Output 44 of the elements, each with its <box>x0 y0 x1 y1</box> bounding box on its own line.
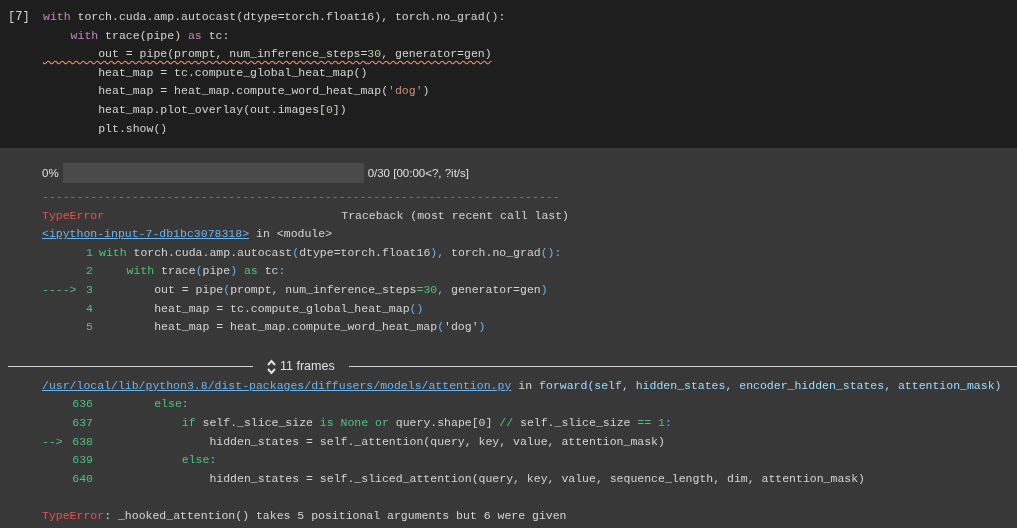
in-text: in <box>518 377 533 394</box>
code-line: with trace(pipe) as tc: <box>69 27 230 44</box>
error-type: TypeError <box>42 207 105 224</box>
in-text: in <box>256 226 270 243</box>
code-line: hidden_states = self._sliced_attention(query, key, value, sequence_length, dim, attention_mask) <box>208 470 866 487</box>
code-line: if self._slice_size is None or query.shape[0] // self._slice_size == 1: <box>180 414 672 431</box>
line-number: 639 <box>72 452 93 469</box>
code-line: heat_map = tc.compute_global_heat_map() <box>153 300 424 317</box>
file-link[interactable]: /usr/local/lib/python3.8/dist-packages/diffusers/models/attention.py <box>42 376 512 396</box>
code-line: else: <box>180 452 217 469</box>
frames-toggle[interactable]: 11 frames <box>253 357 349 377</box>
line-number: 3 <box>86 281 93 298</box>
code-line: heat_map.plot_overlay(out.images[0]) <box>97 101 347 118</box>
line-number: 640 <box>72 470 93 487</box>
code-line: out = pipe(prompt, num_inference_steps=30, generator=gen) <box>153 281 548 298</box>
code-line: hidden_states = self._attention(query, key, value, attention_mask) <box>208 433 665 450</box>
arrow-marker: ----> <box>42 281 77 298</box>
error-message: TypeError: _hooked_attention() takes 5 positional arguments but 6 were given <box>42 507 568 524</box>
separator-line: --------------------------------------------------------------------------- <box>42 189 560 205</box>
code-line: heat_map = tc.compute_global_heat_map() <box>97 64 368 81</box>
code-line: with trace(pipe) as tc: <box>125 263 286 280</box>
traceback-label: Traceback (most recent call last) <box>341 207 569 224</box>
line-number: 1 <box>86 244 93 261</box>
code-line: with torch.cuda.amp.autocast(dtype=torch.float16), torch.no_grad(): <box>43 9 506 25</box>
line-number: 636 <box>72 396 93 413</box>
progress-percent: 0% <box>42 165 59 181</box>
line-number: 638 <box>72 433 93 450</box>
function-signature: <module> <box>276 226 333 243</box>
code-line: heat_map = heat_map.compute_word_heat_map('dog') <box>153 319 486 336</box>
code-line: out = pipe(prompt, num_inference_steps=30, generator=gen) <box>97 46 492 63</box>
line-number: 637 <box>72 414 93 431</box>
function-signature: forward(self, hidden_states, encoder_hidden_states, attention_mask) <box>539 377 1002 394</box>
code-line: heat_map = heat_map.compute_word_heat_map('dog') <box>97 83 430 100</box>
line-number: 4 <box>86 300 93 317</box>
expand-collapse-icon <box>267 358 276 375</box>
code-line: plt.show() <box>97 120 168 137</box>
line-number: 2 <box>86 263 93 280</box>
code-line: else: <box>153 396 189 413</box>
arrow-marker: --> <box>42 433 63 450</box>
cell-prompt: [7] <box>7 9 31 26</box>
line-number: 5 <box>86 319 93 336</box>
code-line: with torch.cuda.amp.autocast(dtype=torch.float16), torch.no_grad(): <box>99 244 562 261</box>
file-link[interactable]: <ipython-input-7-db1bc3078318> <box>42 225 250 244</box>
progress-stats: 0/30 [00:00<?, ?it/s] <box>367 165 469 181</box>
